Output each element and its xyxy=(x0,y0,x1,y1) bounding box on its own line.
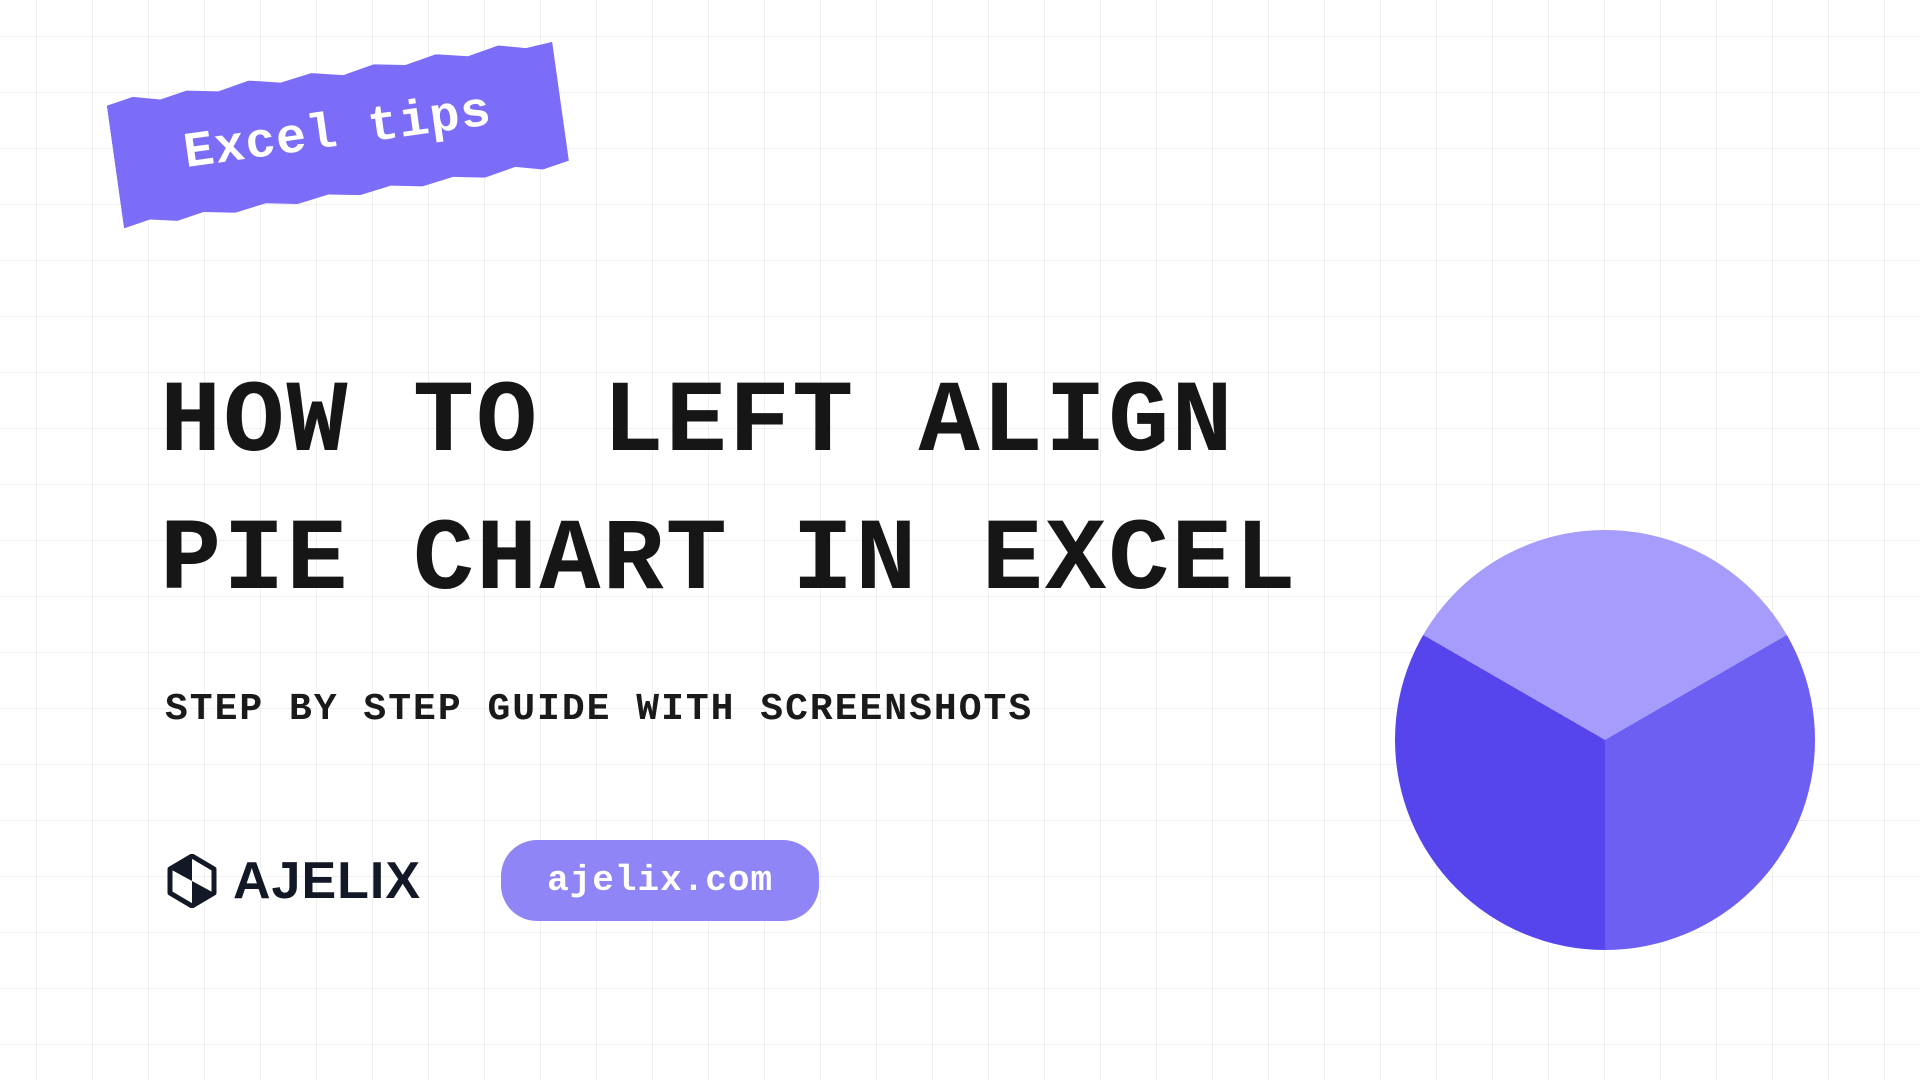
headline-line-1: HOW TO LEFT ALIGN xyxy=(160,365,1235,481)
hexagon-logo-icon xyxy=(165,854,219,908)
brand-row: AJELIX ajelix.com xyxy=(165,840,819,921)
banner-canvas: Excel tips HOW TO LEFT ALIGN PIE CHART I… xyxy=(0,0,1920,1080)
website-url-pill: ajelix.com xyxy=(501,840,819,921)
brand-logo: AJELIX xyxy=(165,851,421,911)
page-title: HOW TO LEFT ALIGN PIE CHART IN EXCEL xyxy=(160,355,1298,630)
brand-name-text: AJELIX xyxy=(233,851,421,911)
decorative-pie-chart xyxy=(1395,530,1815,950)
headline-line-2: PIE CHART IN EXCEL xyxy=(160,503,1298,619)
page-subtitle: STEP BY STEP GUIDE WITH SCREENSHOTS xyxy=(165,688,1033,731)
